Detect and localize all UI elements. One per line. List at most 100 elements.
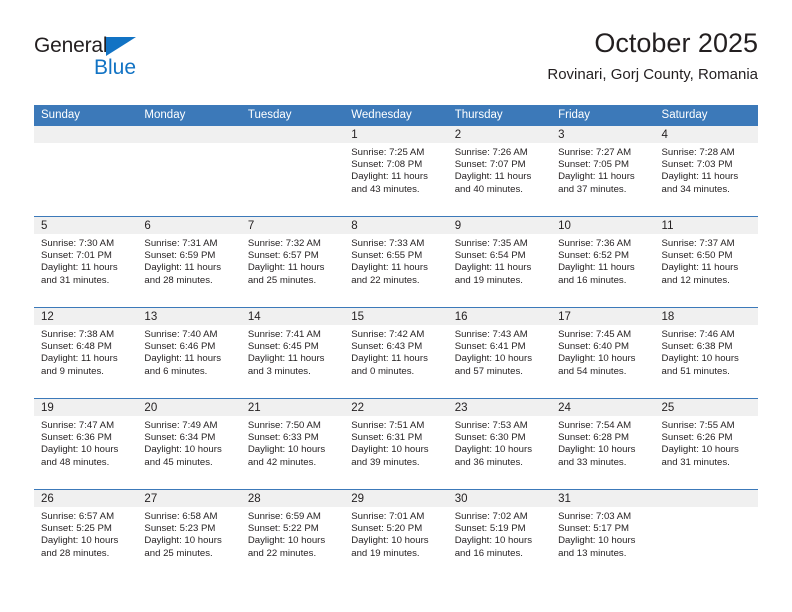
day-details: Sunrise: 7:43 AM Sunset: 6:41 PM Daylight:… <box>448 325 551 378</box>
weekday-header-saturday: Saturday <box>654 105 758 126</box>
day-details: Sunrise: 7:03 AM Sunset: 5:17 PM Daylight:… <box>551 507 654 560</box>
sunset-text: Sunset: 6:45 PM <box>247 341 319 353</box>
day-details: Sunrise: 6:57 AM Sunset: 5:25 PM Daylight:… <box>34 507 137 560</box>
sunrise-text: Sunrise: 7:46 AM <box>661 329 735 340</box>
day-details: Sunrise: 7:50 AM Sunset: 6:33 PM Daylight:… <box>241 416 344 469</box>
calendar-day-cell[interactable]: 19 Sunrise: 7:47 AM Sunset: 6:36 PM Dayligh… <box>34 398 138 490</box>
calendar-day-cell[interactable]: 31 Sunrise: 7:03 AM Sunset: 5:17 PM Dayligh… <box>551 489 655 580</box>
sunset-text: Sunset: 7:03 PM <box>661 159 733 171</box>
calendar-empty-cell <box>34 126 138 217</box>
daylight-text: and 39 minutes. <box>351 456 420 468</box>
calendar-day-cell[interactable]: 5 Sunrise: 7:30 AM Sunset: 7:01 PM Daylight… <box>34 216 138 308</box>
calendar-day-cell[interactable]: 28 Sunrise: 6:59 AM Sunset: 5:22 PM Dayligh… <box>240 489 345 580</box>
sunset-text: Sunset: 6:59 PM <box>144 250 216 262</box>
calendar-day-cell[interactable]: 17 Sunrise: 7:45 AM Sunset: 6:40 PM Dayligh… <box>551 307 655 399</box>
calendar-day-cell[interactable]: 4 Sunrise: 7:28 AM Sunset: 7:03 PM Daylight… <box>654 126 758 217</box>
day-box: 25 Sunrise: 7:55 AM Sunset: 6:26 PM Dayligh… <box>654 399 758 489</box>
sunset-text: Sunset: 6:57 PM <box>247 250 319 262</box>
daylight-text: Daylight: 11 hours <box>351 353 428 365</box>
daylight-text: and 22 minutes. <box>247 547 317 559</box>
calendar-day-cell[interactable]: 9 Sunrise: 7:35 AM Sunset: 6:54 PM Daylight… <box>447 216 552 308</box>
calendar-day-cell[interactable]: 23 Sunrise: 7:53 AM Sunset: 6:30 PM Dayligh… <box>447 398 552 490</box>
calendar-day-cell[interactable]: 14 Sunrise: 7:41 AM Sunset: 6:45 PM Dayligh… <box>240 307 345 399</box>
page-subtitle: Rovinari, Gorj County, Romania <box>547 66 758 83</box>
calendar-day-cell[interactable]: 20 Sunrise: 7:49 AM Sunset: 6:34 PM Dayligh… <box>137 398 241 490</box>
day-number: 22 <box>344 399 448 416</box>
daylight-text: Daylight: 10 hours <box>351 535 429 547</box>
weekday-header-wednesday: Wednesday <box>344 105 448 126</box>
weekday-header-monday: Monday <box>137 105 241 126</box>
daylight-text: Daylight: 10 hours <box>247 444 326 456</box>
calendar-day-cell[interactable]: 11 Sunrise: 7:37 AM Sunset: 6:50 PM Dayligh… <box>654 216 758 308</box>
sunrise-text: Sunrise: 7:40 AM <box>144 329 218 340</box>
sunset-text: Sunset: 6:33 PM <box>247 432 319 444</box>
calendar-day-cell[interactable]: 25 Sunrise: 7:55 AM Sunset: 6:26 PM Dayligh… <box>654 398 758 490</box>
day-box <box>34 126 138 216</box>
calendar-day-cell[interactable]: 30 Sunrise: 7:02 AM Sunset: 5:19 PM Dayligh… <box>447 489 552 580</box>
daylight-text: Daylight: 11 hours <box>661 171 739 183</box>
day-box: 2 Sunrise: 7:26 AM Sunset: 7:07 PM Daylight… <box>447 126 552 216</box>
calendar-day-cell[interactable]: 1 Sunrise: 7:25 AM Sunset: 7:08 PM Daylight… <box>344 126 448 217</box>
sunrise-text: Sunrise: 7:51 AM <box>351 420 425 431</box>
calendar-week-row: 1 Sunrise: 7:25 AM Sunset: 7:08 PM Daylight… <box>34 126 758 217</box>
daylight-text: Daylight: 10 hours <box>661 353 739 365</box>
daylight-text: and 40 minutes. <box>454 183 523 195</box>
brand-logo[interactable]: General Blue <box>34 34 214 88</box>
calendar-day-cell[interactable]: 24 Sunrise: 7:54 AM Sunset: 6:28 PM Dayligh… <box>551 398 655 490</box>
calendar-day-cell[interactable]: 27 Sunrise: 6:58 AM Sunset: 5:23 PM Dayligh… <box>137 489 241 580</box>
day-details <box>655 507 758 511</box>
calendar-day-cell[interactable]: 7 Sunrise: 7:32 AM Sunset: 6:57 PM Daylight… <box>240 216 345 308</box>
calendar-day-cell[interactable]: 3 Sunrise: 7:27 AM Sunset: 7:05 PM Daylight… <box>551 126 655 217</box>
day-box: 16 Sunrise: 7:43 AM Sunset: 6:41 PM Dayligh… <box>447 308 552 398</box>
calendar-day-cell[interactable]: 13 Sunrise: 7:40 AM Sunset: 6:46 PM Dayligh… <box>137 307 241 399</box>
daylight-text: Daylight: 10 hours <box>247 535 326 547</box>
sunrise-text: Sunrise: 7:50 AM <box>247 420 321 431</box>
calendar-day-cell[interactable]: 15 Sunrise: 7:42 AM Sunset: 6:43 PM Dayligh… <box>344 307 448 399</box>
sunset-text: Sunset: 5:23 PM <box>144 523 216 535</box>
day-box: 7 Sunrise: 7:32 AM Sunset: 6:57 PM Daylight… <box>240 217 345 307</box>
day-number: 29 <box>344 490 448 507</box>
day-number: 17 <box>551 308 655 325</box>
daylight-text: and 48 minutes. <box>41 456 110 468</box>
daylight-text: Daylight: 11 hours <box>351 262 428 274</box>
calendar-day-cell[interactable]: 22 Sunrise: 7:51 AM Sunset: 6:31 PM Dayligh… <box>344 398 448 490</box>
day-box: 13 Sunrise: 7:40 AM Sunset: 6:46 PM Dayligh… <box>137 308 241 398</box>
day-details: Sunrise: 7:54 AM Sunset: 6:28 PM Daylight:… <box>551 416 654 469</box>
daylight-text: Daylight: 10 hours <box>144 535 222 547</box>
daylight-text: and 25 minutes. <box>247 274 317 286</box>
daylight-text: Daylight: 11 hours <box>41 353 118 365</box>
sunset-text: Sunset: 6:55 PM <box>351 250 423 262</box>
sunrise-text: Sunrise: 7:31 AM <box>144 238 218 249</box>
daylight-text: and 16 minutes. <box>558 274 627 286</box>
sunset-text: Sunset: 6:41 PM <box>454 341 526 353</box>
sunrise-text: Sunrise: 7:36 AM <box>558 238 632 249</box>
calendar-day-cell[interactable]: 18 Sunrise: 7:46 AM Sunset: 6:38 PM Dayligh… <box>654 307 758 399</box>
calendar-day-cell[interactable]: 6 Sunrise: 7:31 AM Sunset: 6:59 PM Daylight… <box>137 216 241 308</box>
day-number: 10 <box>551 217 655 234</box>
sunset-text: Sunset: 5:17 PM <box>558 523 630 535</box>
sunrise-text: Sunrise: 6:59 AM <box>247 511 321 522</box>
day-details: Sunrise: 7:31 AM Sunset: 6:59 PM Daylight:… <box>137 234 240 287</box>
calendar-day-cell[interactable]: 16 Sunrise: 7:43 AM Sunset: 6:41 PM Dayligh… <box>447 307 552 399</box>
calendar-day-cell[interactable]: 8 Sunrise: 7:33 AM Sunset: 6:55 PM Daylight… <box>344 216 448 308</box>
day-details: Sunrise: 7:40 AM Sunset: 6:46 PM Daylight:… <box>137 325 240 378</box>
daylight-text: and 3 minutes. <box>247 365 311 377</box>
day-details <box>241 143 344 147</box>
calendar-day-cell[interactable]: 2 Sunrise: 7:26 AM Sunset: 7:07 PM Daylight… <box>447 126 552 217</box>
day-box: 19 Sunrise: 7:47 AM Sunset: 6:36 PM Dayligh… <box>34 399 138 489</box>
page-header: General Blue October 2025 Rovinari, Gorj… <box>34 26 758 98</box>
sunset-text: Sunset: 5:25 PM <box>41 523 112 535</box>
sunrise-text: Sunrise: 7:32 AM <box>247 238 321 249</box>
daylight-text: Daylight: 11 hours <box>351 171 428 183</box>
calendar-day-cell[interactable]: 21 Sunrise: 7:50 AM Sunset: 6:33 PM Dayligh… <box>240 398 345 490</box>
sunrise-text: Sunrise: 7:27 AM <box>558 147 632 158</box>
daylight-text: Daylight: 11 hours <box>558 262 635 274</box>
day-details <box>137 143 240 147</box>
day-number: 1 <box>344 126 448 143</box>
calendar-empty-cell <box>654 489 758 580</box>
calendar-day-cell[interactable]: 29 Sunrise: 7:01 AM Sunset: 5:20 PM Dayligh… <box>344 489 448 580</box>
calendar-day-cell[interactable]: 12 Sunrise: 7:38 AM Sunset: 6:48 PM Dayligh… <box>34 307 138 399</box>
calendar-day-cell[interactable]: 10 Sunrise: 7:36 AM Sunset: 6:52 PM Dayligh… <box>551 216 655 308</box>
calendar-day-cell[interactable]: 26 Sunrise: 6:57 AM Sunset: 5:25 PM Dayligh… <box>34 489 138 580</box>
day-details: Sunrise: 7:30 AM Sunset: 7:01 PM Daylight:… <box>34 234 137 287</box>
